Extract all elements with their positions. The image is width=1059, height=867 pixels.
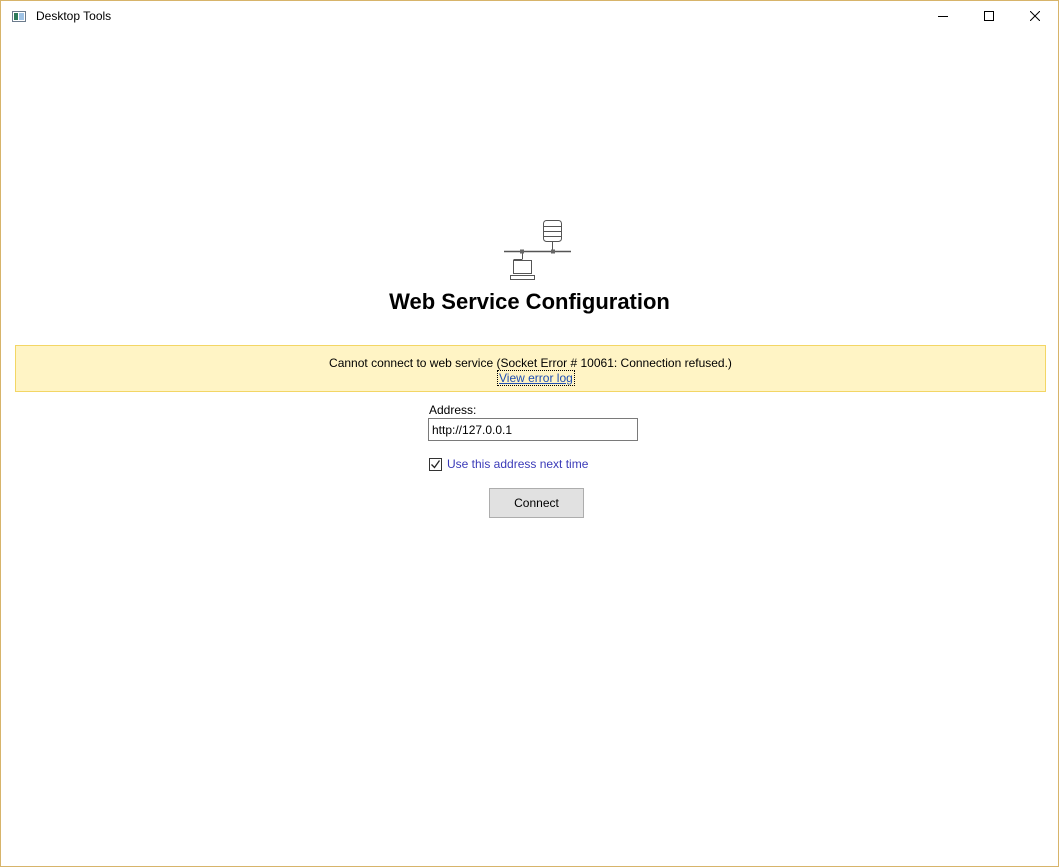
address-label: Address: (429, 403, 477, 417)
remember-address-label: Use this address next time (447, 457, 589, 471)
window-title: Desktop Tools (36, 9, 112, 23)
page-title: Web Service Configuration (389, 289, 670, 314)
error-message: Cannot connect to web service (Socket Er… (329, 356, 732, 370)
maximize-button[interactable] (966, 1, 1012, 31)
view-error-log-link[interactable]: View error log (497, 370, 575, 386)
address-input[interactable] (428, 418, 638, 441)
remember-address-checkbox[interactable]: Use this address next time (429, 456, 588, 472)
main-content: Web Service Configuration Cannot connect… (1, 31, 1058, 866)
close-button[interactable] (1012, 1, 1058, 31)
checkmark-icon (431, 459, 441, 469)
maximize-icon (984, 11, 994, 21)
close-icon (1030, 11, 1040, 21)
minimize-icon (938, 16, 948, 17)
minimize-button[interactable] (920, 1, 966, 31)
error-banner: Cannot connect to web service (Socket Er… (15, 345, 1046, 392)
connect-button[interactable]: Connect (489, 488, 584, 518)
network-server-icon (504, 220, 571, 280)
checkbox-box[interactable] (429, 457, 442, 471)
title-bar[interactable]: Desktop Tools (1, 1, 1058, 31)
app-window: Desktop Tools Web Service Configuration … (0, 0, 1059, 867)
app-window-icon (12, 11, 26, 22)
